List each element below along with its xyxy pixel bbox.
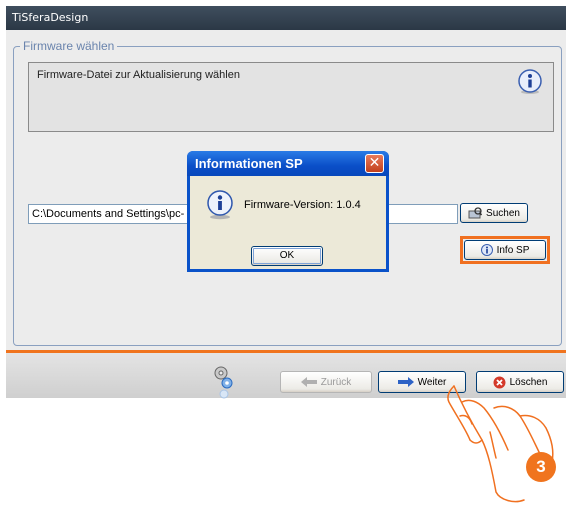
step-number-badge: 3	[526, 452, 556, 482]
pointing-hand-illustration	[447, 385, 554, 503]
